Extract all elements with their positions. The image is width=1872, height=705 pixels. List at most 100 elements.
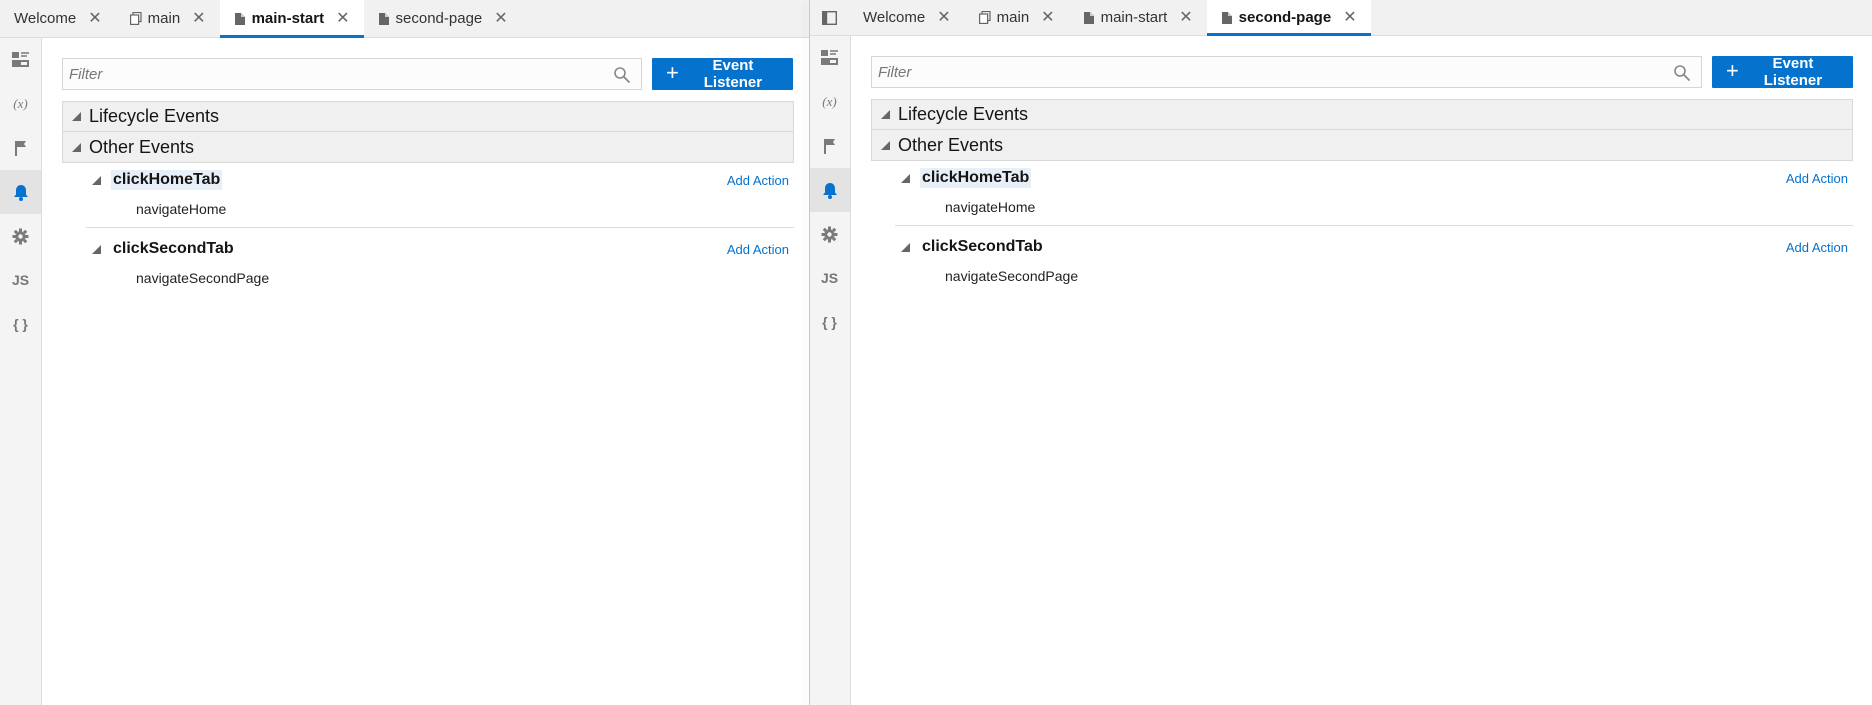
collapse-triangle-icon[interactable]: [86, 244, 106, 254]
listener-name[interactable]: clickHomeTab: [920, 168, 1032, 188]
section-other-events[interactable]: Other Events: [871, 130, 1853, 161]
tab-label: second-page: [1238, 9, 1332, 26]
plus-icon: +: [1726, 58, 1739, 83]
close-icon[interactable]: ✕: [937, 9, 950, 26]
close-icon[interactable]: ✕: [494, 10, 507, 27]
divider: [86, 227, 794, 228]
tab-second-page[interactable]: second-page ✕: [1206, 0, 1371, 36]
collapse-triangle-icon[interactable]: [872, 140, 898, 150]
variables-icon[interactable]: (x): [0, 82, 41, 126]
listener-item: clickHomeTab Add Action navigateHome: [62, 165, 794, 228]
flag-icon[interactable]: [809, 124, 850, 168]
listener-header[interactable]: clickHomeTab: [62, 165, 794, 195]
add-action-link[interactable]: Add Action: [1786, 240, 1848, 255]
listener-header[interactable]: clickHomeTab: [871, 163, 1853, 193]
events-tree: Lifecycle Events Other Events clickHomeT…: [871, 99, 1853, 290]
designer-icon[interactable]: [0, 38, 41, 82]
collapse-triangle-icon[interactable]: [63, 142, 89, 152]
variables-icon-text: (x): [822, 94, 837, 109]
plus-icon: +: [666, 60, 679, 85]
js-icon-text: JS: [820, 270, 839, 286]
search-icon[interactable]: [613, 66, 631, 84]
variables-icon[interactable]: (x): [809, 80, 850, 124]
bell-icon[interactable]: [0, 170, 41, 214]
variables-icon-text: (x): [13, 96, 28, 111]
section-title: Lifecycle Events: [89, 106, 220, 126]
tab-label: main-start: [1100, 9, 1168, 26]
js-icon[interactable]: JS: [0, 258, 41, 302]
tab-main-start[interactable]: main-start ✕: [219, 0, 364, 38]
listener-header[interactable]: clickSecondTab: [871, 232, 1853, 262]
listener-name[interactable]: clickSecondTab: [920, 237, 1045, 257]
listener-item: clickSecondTab Add Action navigateSecond…: [62, 234, 794, 292]
listener-item: clickSecondTab Add Action navigateSecond…: [871, 232, 1853, 290]
split-divider[interactable]: [809, 0, 810, 705]
json-icon[interactable]: { }: [809, 300, 850, 344]
add-event-listener-button[interactable]: + Event Listener: [652, 57, 793, 91]
action-item[interactable]: navigateHome: [871, 193, 1853, 221]
gear-icon[interactable]: [0, 214, 41, 258]
add-event-listener-button[interactable]: + Event Listener: [1712, 55, 1853, 89]
json-icon[interactable]: { }: [0, 302, 41, 346]
tab-welcome[interactable]: Welcome ✕: [0, 0, 116, 37]
section-title: Other Events: [89, 136, 195, 157]
close-icon[interactable]: ✕: [1179, 9, 1192, 26]
collapse-triangle-icon[interactable]: [895, 173, 915, 183]
left-editor-pane: Welcome ✕ main ✕ main-start ✕ second-pag…: [0, 0, 809, 705]
tab-bar: Welcome ✕ main ✕ main-start ✕ second-pag…: [0, 0, 809, 38]
tab-main-start[interactable]: main-start ✕: [1069, 0, 1207, 35]
section-lifecycle-events[interactable]: Lifecycle Events: [871, 99, 1853, 130]
filter-field[interactable]: [871, 56, 1702, 88]
filter-input[interactable]: [63, 59, 641, 89]
panel-toggle-icon[interactable]: [809, 0, 849, 35]
listener-item: clickHomeTab Add Action navigateHome: [871, 163, 1853, 226]
collapse-triangle-icon[interactable]: [63, 112, 89, 121]
listener-name[interactable]: clickSecondTab: [111, 239, 236, 259]
tab-label: main: [147, 10, 181, 27]
collapse-triangle-icon[interactable]: [895, 242, 915, 252]
close-icon[interactable]: ✕: [88, 10, 101, 27]
action-item[interactable]: navigateHome: [62, 195, 794, 223]
pages-icon: [129, 12, 142, 26]
json-icon-text: { }: [13, 316, 28, 332]
js-icon[interactable]: JS: [809, 256, 850, 300]
filter-field[interactable]: [62, 58, 642, 90]
event-listeners-panel: + Event Listener Lifecycle Events Other …: [871, 55, 1853, 290]
add-action-link[interactable]: Add Action: [1786, 171, 1848, 186]
tab-label: main: [996, 9, 1030, 26]
section-title: Lifecycle Events: [898, 104, 1029, 124]
collapse-triangle-icon[interactable]: [872, 110, 898, 119]
page-icon: [1221, 11, 1233, 25]
event-listeners-panel: + Event Listener Lifecycle Events Other …: [62, 57, 794, 292]
close-icon[interactable]: ✕: [1343, 9, 1356, 26]
close-icon[interactable]: ✕: [336, 10, 349, 27]
section-other-events[interactable]: Other Events: [62, 132, 794, 163]
search-icon[interactable]: [1673, 64, 1691, 82]
toolbar: + Event Listener: [62, 57, 794, 91]
add-event-listener-label: Event Listener: [1763, 55, 1823, 89]
listener-header[interactable]: clickSecondTab: [62, 234, 794, 264]
tab-welcome[interactable]: Welcome ✕: [849, 0, 965, 35]
action-item[interactable]: navigateSecondPage: [871, 262, 1853, 290]
close-icon[interactable]: ✕: [192, 10, 205, 27]
filter-input[interactable]: [872, 57, 1701, 87]
tab-main[interactable]: main ✕: [965, 0, 1069, 35]
listener-name[interactable]: clickHomeTab: [111, 170, 223, 190]
collapse-triangle-icon[interactable]: [86, 175, 106, 185]
tab-second-page[interactable]: second-page ✕: [364, 0, 522, 37]
tab-bar: Welcome ✕ main ✕ main-start ✕ second-pag…: [809, 0, 1872, 36]
gear-icon[interactable]: [809, 212, 850, 256]
flag-icon[interactable]: [0, 126, 41, 170]
close-icon[interactable]: ✕: [1041, 9, 1054, 26]
bell-icon[interactable]: [809, 168, 850, 212]
add-action-link[interactable]: Add Action: [727, 173, 789, 188]
side-rail: (x) JS { }: [809, 36, 851, 705]
page-icon: [1083, 11, 1095, 25]
add-action-link[interactable]: Add Action: [727, 242, 789, 257]
section-lifecycle-events[interactable]: Lifecycle Events: [62, 101, 794, 132]
page-icon: [234, 12, 246, 26]
events-tree: Lifecycle Events Other Events clickHomeT…: [62, 101, 794, 292]
action-item[interactable]: navigateSecondPage: [62, 264, 794, 292]
designer-icon[interactable]: [809, 36, 850, 80]
tab-main[interactable]: main ✕: [116, 0, 220, 37]
